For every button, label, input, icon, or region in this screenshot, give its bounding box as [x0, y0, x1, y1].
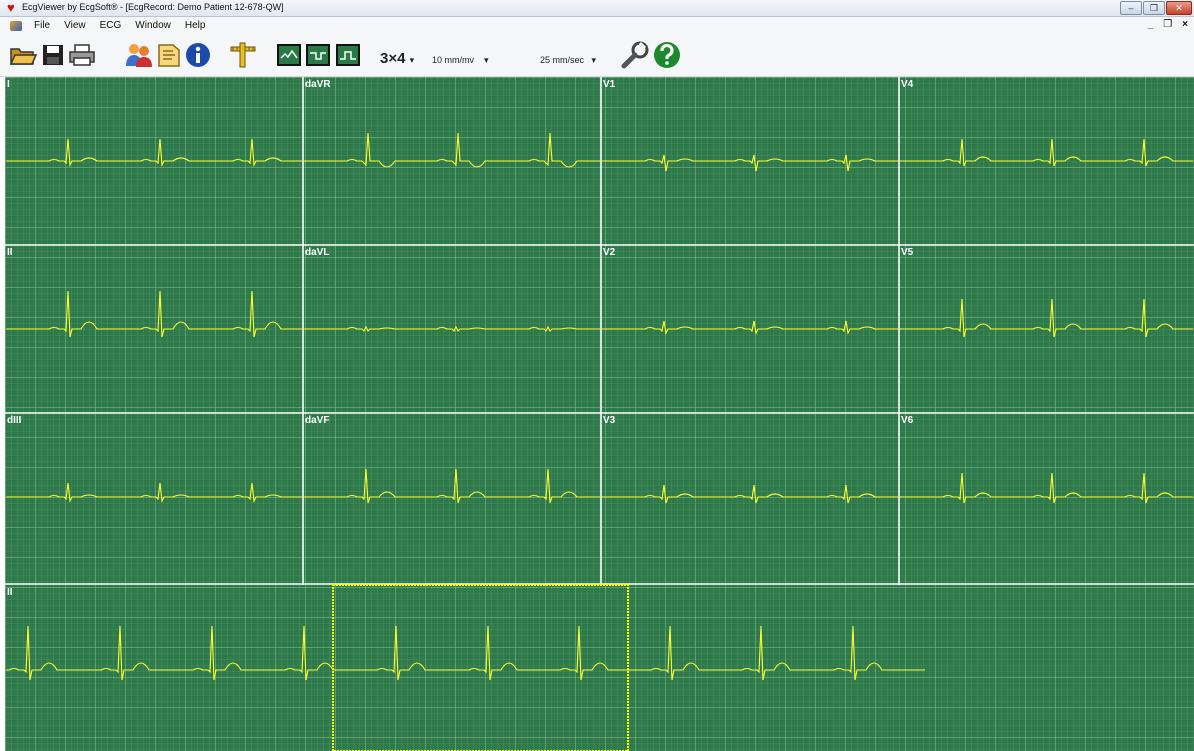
gain-selector[interactable]: 10 mm/mv ▾ — [432, 55, 489, 66]
mdi-close-button[interactable]: × — [1182, 19, 1188, 30]
patient-card-icon[interactable] — [155, 40, 183, 70]
menu-help[interactable]: Help — [185, 20, 206, 31]
single-lead-view-icon[interactable] — [305, 40, 331, 70]
heart-icon: ♥ — [7, 0, 15, 15]
menu-bar: File View ECG Window Help _ ❐ × — [0, 17, 1194, 35]
lead-label-II: II — [7, 247, 13, 258]
layout-value: 3×4 — [380, 50, 406, 67]
open-folder-icon[interactable] — [8, 40, 38, 70]
print-icon[interactable] — [68, 40, 96, 70]
toolbar: 3×4 ▾ 10 mm/mv ▾ 25 mm/sec ▾ — [0, 35, 1194, 77]
menu-ecg[interactable]: ECG — [100, 20, 122, 31]
mdi-restore-button[interactable]: ❐ — [1163, 19, 1172, 30]
menu-view[interactable]: View — [64, 20, 86, 31]
lead-label-V2: V2 — [603, 247, 616, 258]
document-icon[interactable] — [10, 21, 22, 31]
mdi-minimize-button[interactable]: _ — [1148, 19, 1154, 30]
layout-selector[interactable]: 3×4 ▾ — [380, 50, 414, 67]
settings-wrench-icon[interactable] — [620, 40, 650, 70]
ecg-grid — [5, 77, 1194, 751]
caliper-icon[interactable] — [228, 40, 258, 70]
chevron-down-icon: ▾ — [591, 55, 597, 65]
menu-window[interactable]: Window — [135, 20, 171, 31]
lead-label-daVL: daVL — [305, 247, 330, 258]
lead-label-daVR: daVR — [305, 79, 331, 90]
speed-value: 25 mm/sec — [540, 55, 585, 65]
maximize-button[interactable]: ❐ — [1143, 1, 1165, 15]
chevron-down-icon: ▾ — [409, 55, 415, 65]
window-title: EcgViewer by EcgSoft® - [EcgRecord: Demo… — [22, 2, 284, 12]
close-button[interactable]: ✕ — [1166, 1, 1192, 15]
lead-label-dIII: dIII — [7, 415, 22, 426]
lead-label-V6: V6 — [901, 415, 914, 426]
menu-file[interactable]: File — [34, 20, 50, 31]
chevron-down-icon: ▾ — [484, 55, 489, 65]
save-icon[interactable] — [40, 40, 66, 70]
pulse-view-icon[interactable] — [335, 40, 361, 70]
lead-label-V4: V4 — [901, 79, 914, 90]
lead-label-rhythm: II — [7, 587, 13, 598]
lead-label-V3: V3 — [603, 415, 616, 426]
help-icon[interactable] — [652, 40, 682, 70]
lead-label-V1: V1 — [603, 79, 616, 90]
lead-label-I: I — [7, 79, 10, 90]
minimize-button[interactable]: ‒ — [1120, 1, 1142, 15]
speed-selector[interactable]: 25 mm/sec ▾ — [540, 55, 596, 66]
gain-value: 10 mm/mv — [432, 55, 475, 65]
waveform-view-icon[interactable] — [276, 40, 302, 70]
lead-label-V5: V5 — [901, 247, 914, 258]
info-icon[interactable] — [184, 40, 212, 70]
title-bar: ♥ EcgViewer by EcgSoft® - [EcgRecord: De… — [0, 0, 1194, 17]
patients-icon[interactable] — [124, 40, 154, 70]
lead-label-daVF: daVF — [305, 415, 330, 426]
ecg-viewer[interactable]: IdaVR V1 V4 II daVL V2 V5 dIII daVF V3 V6 II — [5, 77, 1194, 751]
